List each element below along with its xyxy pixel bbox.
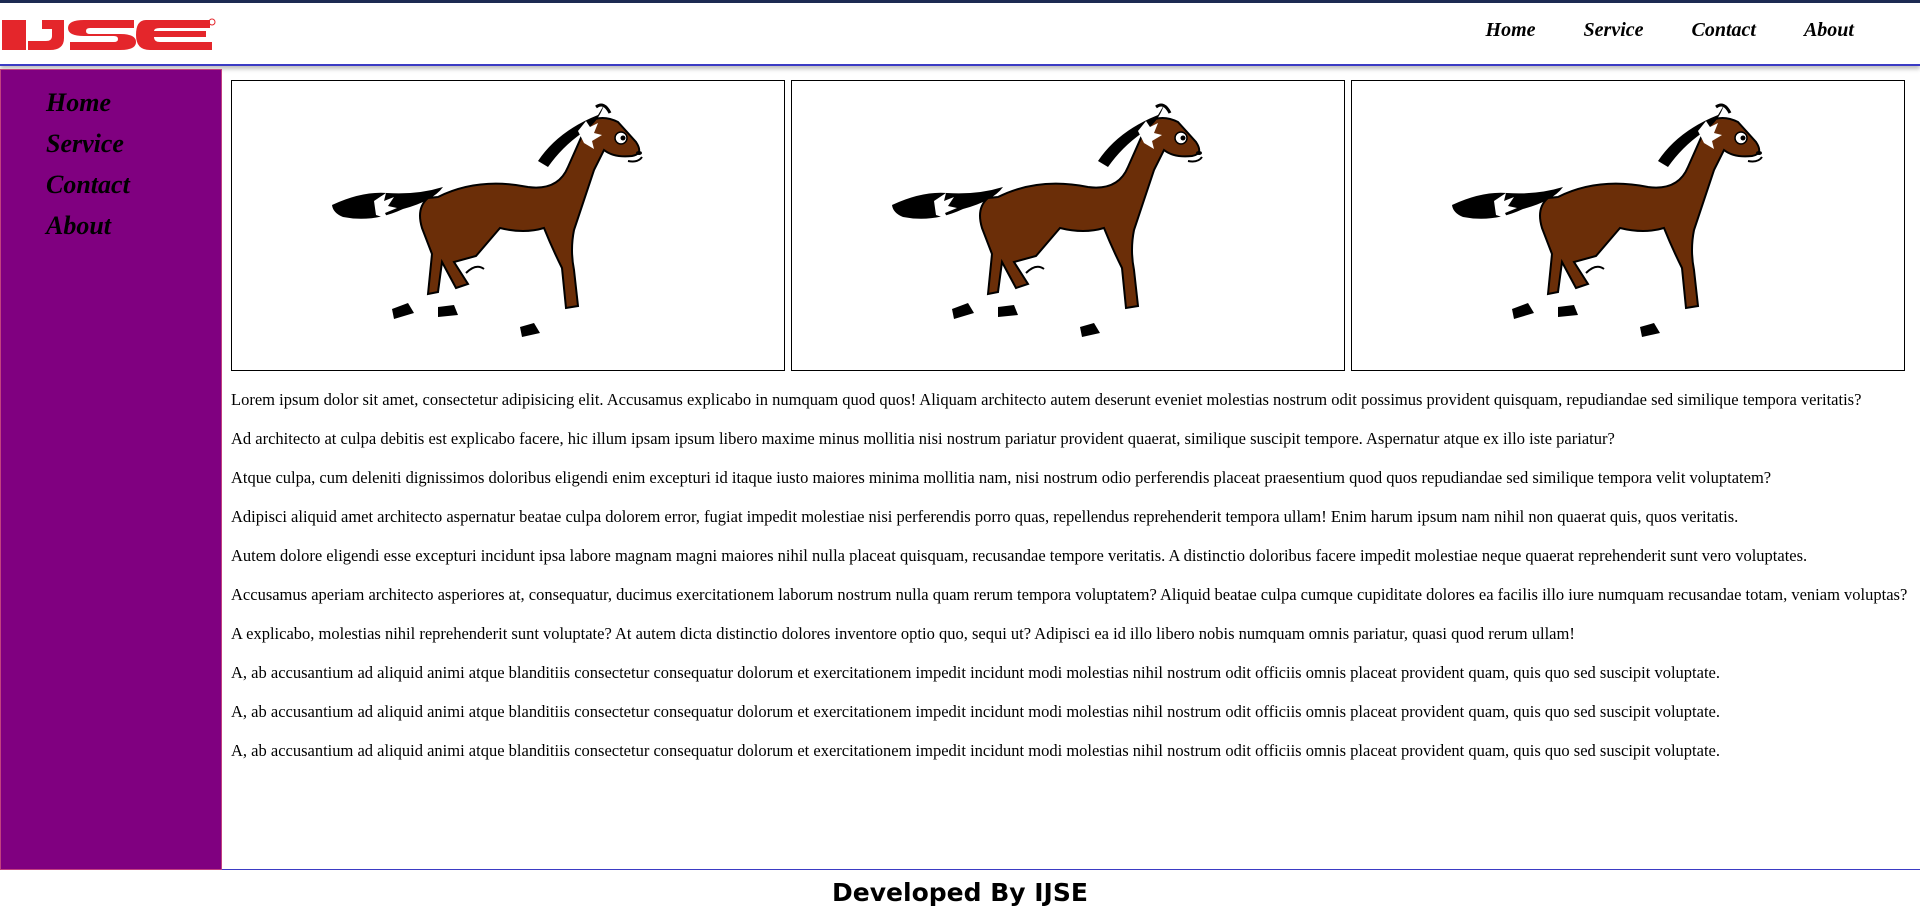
paragraph: A, ab accusantium ad aliquid animi atque…: [231, 702, 1720, 721]
cartoon-horse-icon: [892, 103, 1203, 337]
paragraph: Lorem ipsum dolor sit amet, consectetur …: [231, 390, 1862, 409]
cartoon-horse-icon: [332, 103, 643, 337]
paragraph: Adipisci aliquid amet architecto asperna…: [231, 507, 1739, 526]
page-header: Home Service Contact About: [0, 0, 1920, 66]
topnav-service-link[interactable]: Service: [1560, 15, 1668, 46]
topnav-about-link[interactable]: About: [1780, 15, 1878, 46]
topnav-home-link[interactable]: Home: [1462, 15, 1560, 46]
sidebar-item-home[interactable]: Home: [46, 82, 221, 123]
top-navigation: Home Service Contact About: [1462, 15, 1878, 46]
page-footer: Developed By IJSE: [0, 870, 1920, 920]
paragraph: Atque culpa, cum deleniti dignissimos do…: [231, 468, 1772, 487]
paragraph: A explicabo, molestias nihil reprehender…: [231, 624, 1575, 643]
cartoon-horse-icon: [1452, 103, 1763, 337]
paragraph: Ad architecto at culpa debitis est expli…: [231, 429, 1615, 448]
sidebar-item-about[interactable]: About: [46, 205, 221, 246]
article-body: Lorem ipsum dolor sit amet, consectetur …: [231, 390, 1913, 780]
image-gallery: [231, 80, 1905, 371]
ijse-logo[interactable]: [2, 17, 216, 53]
sidebar-item-service[interactable]: Service: [46, 123, 221, 164]
sidebar-navigation: Home Service Contact About: [1, 70, 221, 246]
gallery-image-3: [1351, 80, 1905, 371]
topnav-contact-link[interactable]: Contact: [1668, 15, 1780, 46]
footer-credit: Developed By IJSE: [832, 878, 1088, 907]
sidebar: Home Service Contact About: [0, 69, 222, 870]
paragraph: A, ab accusantium ad aliquid animi atque…: [231, 741, 1720, 760]
gallery-image-1: [231, 80, 785, 371]
paragraph: Accusamus aperiam architecto asperiores …: [231, 585, 1908, 604]
sidebar-item-contact[interactable]: Contact: [46, 164, 221, 205]
paragraph: Autem dolore eligendi esse excepturi inc…: [231, 546, 1808, 565]
main-content: Lorem ipsum dolor sit amet, consectetur …: [222, 69, 1920, 870]
paragraph: A, ab accusantium ad aliquid animi atque…: [231, 663, 1720, 682]
gallery-image-2: [791, 80, 1345, 371]
